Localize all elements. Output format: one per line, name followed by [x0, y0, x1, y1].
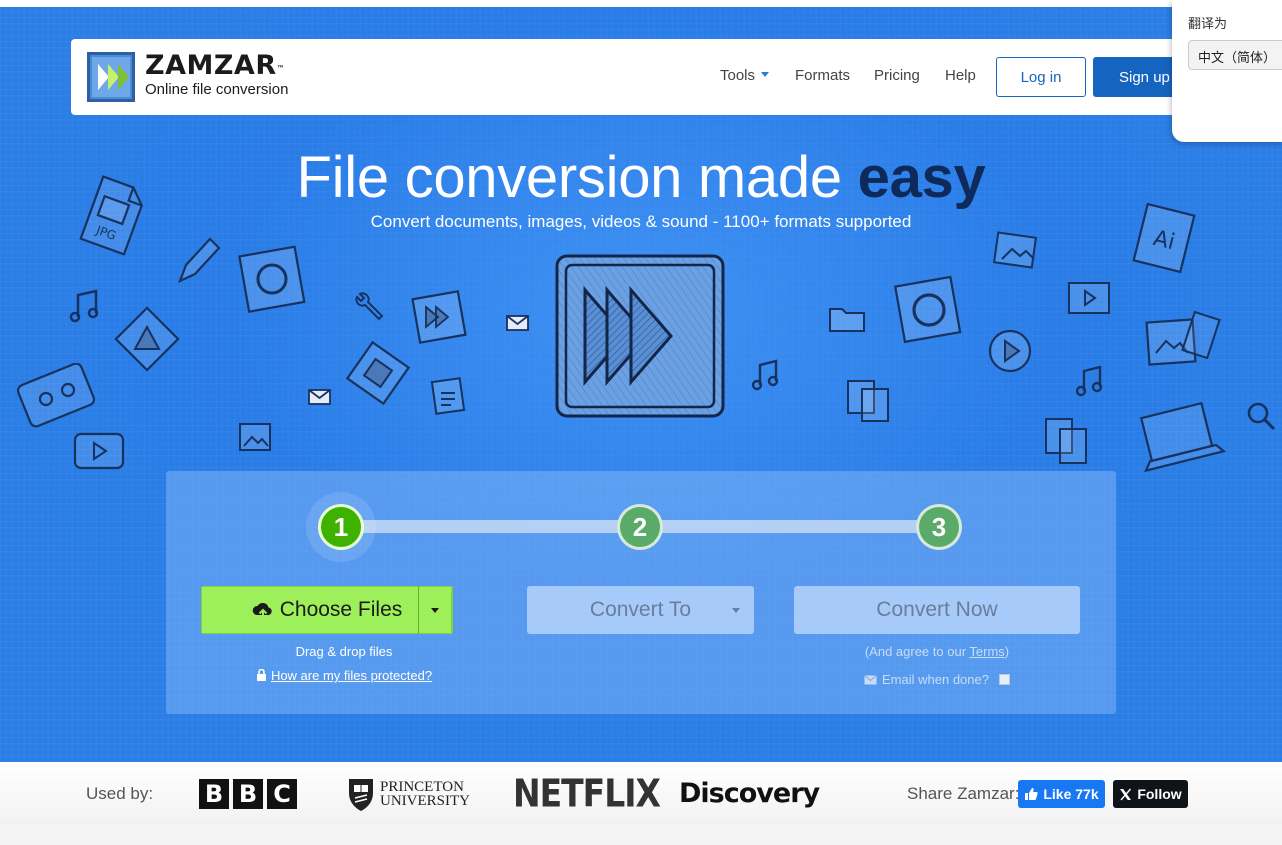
terms-link[interactable]: Terms — [969, 644, 1004, 659]
princeton-line2: UNIVERSITY — [380, 793, 470, 809]
envelope-doodle-icon — [506, 315, 529, 331]
netflix-logo: NETFLIX — [513, 771, 661, 816]
convert-to-label: Convert To — [589, 598, 692, 621]
film-strip-doodle-icon — [346, 341, 411, 406]
share-label: Share Zamzar: — [907, 784, 1020, 803]
brand-tagline: Online file conversion — [145, 81, 289, 98]
nav-formats-link[interactable]: Formats — [795, 67, 850, 84]
files-protected-link[interactable]: How are my files protected? — [271, 668, 432, 683]
page-headline: File conversion made easy — [0, 143, 1282, 213]
document-doodle-icon — [430, 377, 466, 415]
translate-popup: 翻译为 中文（简体） — [1172, 0, 1282, 142]
video-play-doodle-icon — [73, 432, 125, 470]
bbc-logo: B B C — [199, 779, 297, 809]
facebook-like-button[interactable]: Like 77k — [1018, 780, 1105, 808]
image-doodle-icon — [992, 231, 1038, 269]
page-subheadline: Convert documents, images, videos & soun… — [370, 212, 912, 231]
chevron-down-icon — [761, 71, 770, 77]
clipboard-doodle-icon — [847, 380, 889, 422]
agree-suffix: ) — [1004, 644, 1010, 659]
email-when-done-label: Email when done? — [882, 672, 989, 687]
used-by-strip: Used by: B B C PRINCETON UNIVERSITY NETF… — [0, 762, 1282, 824]
login-button[interactable]: Log in — [996, 57, 1086, 97]
fast-forward-doodle-icon — [411, 290, 467, 344]
triangle-doodle-icon — [114, 306, 180, 372]
headline-emphasis: easy — [857, 145, 986, 210]
brand-wordmark[interactable]: ZAMZAR™ Online file conversion — [145, 51, 288, 99]
step-1-badge: 1 — [318, 504, 364, 550]
magnifier-doodle-icon — [1247, 402, 1276, 431]
choose-files-label: Choose Files — [279, 598, 403, 621]
email-when-done-checkbox[interactable] — [998, 674, 1010, 685]
picture-frame-doodle-icon — [1145, 310, 1221, 366]
bbc-letter: B — [199, 779, 229, 809]
converter-panel: 1 2 3 Choose Files Convert To Convert No… — [166, 471, 1116, 714]
email-when-done-row: Email when done? — [794, 672, 1080, 687]
chevron-down-icon — [732, 608, 740, 613]
choose-files-button[interactable]: Choose Files — [201, 586, 453, 634]
brand-name: ZAMZAR — [145, 50, 277, 81]
terms-agreement: (And agree to our Terms) — [794, 644, 1080, 659]
nav-help-link[interactable]: Help — [945, 67, 976, 84]
lock-icon — [256, 668, 266, 681]
music-doodle-icon — [1075, 365, 1103, 397]
music-doodle-icon — [751, 359, 779, 391]
step-3-badge: 3 — [916, 504, 962, 550]
wrench-doodle-icon — [355, 292, 384, 321]
nav-pricing-link[interactable]: Pricing — [874, 67, 920, 84]
like-label: Like 77k — [1043, 786, 1099, 802]
drag-drop-hint: Drag & drop files — [295, 644, 393, 659]
bbc-letter: C — [267, 779, 297, 809]
brand-trademark: ™ — [276, 64, 286, 73]
top-strip — [0, 0, 1282, 7]
choose-files-dropdown-toggle[interactable] — [418, 586, 452, 634]
discovery-logo: Discovery — [679, 778, 820, 809]
translate-language-select[interactable]: 中文（简体） — [1188, 40, 1282, 70]
refresh-doodle-icon — [893, 275, 962, 344]
chevron-down-icon — [431, 608, 439, 613]
folder-doodle-icon — [829, 308, 865, 332]
cloud-upload-icon — [252, 603, 272, 619]
nav-tools-dropdown[interactable]: Tools — [720, 67, 770, 84]
clipboard-doodle-icon — [1045, 418, 1087, 464]
princeton-shield-icon — [349, 779, 373, 811]
top-navbar: ZAMZAR™ Online file conversion Tools For… — [71, 39, 1282, 115]
files-protected-row: How are my files protected? — [201, 668, 487, 683]
play-circle-doodle-icon — [988, 329, 1032, 373]
fast-forward-illustration-icon — [555, 254, 725, 418]
convert-now-button[interactable]: Convert Now — [794, 586, 1080, 634]
x-logo-icon — [1120, 788, 1132, 800]
film-doodle-icon — [1068, 282, 1110, 314]
headline-main: File conversion made — [296, 145, 858, 210]
x-follow-button[interactable]: Follow — [1113, 780, 1188, 808]
princeton-line1: PRINCETON — [380, 779, 464, 795]
nav-tools-label: Tools — [720, 67, 756, 84]
translate-label: 翻译为 — [1188, 16, 1228, 31]
bbc-letter: B — [233, 779, 263, 809]
cassette-doodle-icon — [16, 363, 96, 428]
envelope-doodle-icon — [308, 389, 331, 405]
princeton-logo: PRINCETON UNIVERSITY — [348, 776, 470, 812]
step-2-badge: 2 — [617, 504, 663, 550]
used-by-label: Used by: — [86, 784, 154, 803]
music-doodle-icon — [69, 289, 99, 323]
image-doodle-icon — [239, 423, 271, 451]
convert-to-select[interactable]: Convert To — [527, 586, 754, 634]
refresh-doodle-icon — [238, 245, 306, 313]
pencil-doodle-icon — [178, 237, 221, 284]
page-bottom-area — [0, 824, 1282, 845]
envelope-icon — [864, 674, 877, 684]
laptop-doodle-icon — [1139, 401, 1227, 473]
agree-prefix: (And agree to our — [864, 644, 970, 659]
zamzar-logo-icon[interactable] — [87, 52, 135, 102]
thumbs-up-icon — [1025, 788, 1039, 800]
hero-section: JPG Ai ZAMZAR™ Online file conversion To… — [0, 7, 1282, 762]
follow-label: Follow — [1137, 786, 1182, 802]
